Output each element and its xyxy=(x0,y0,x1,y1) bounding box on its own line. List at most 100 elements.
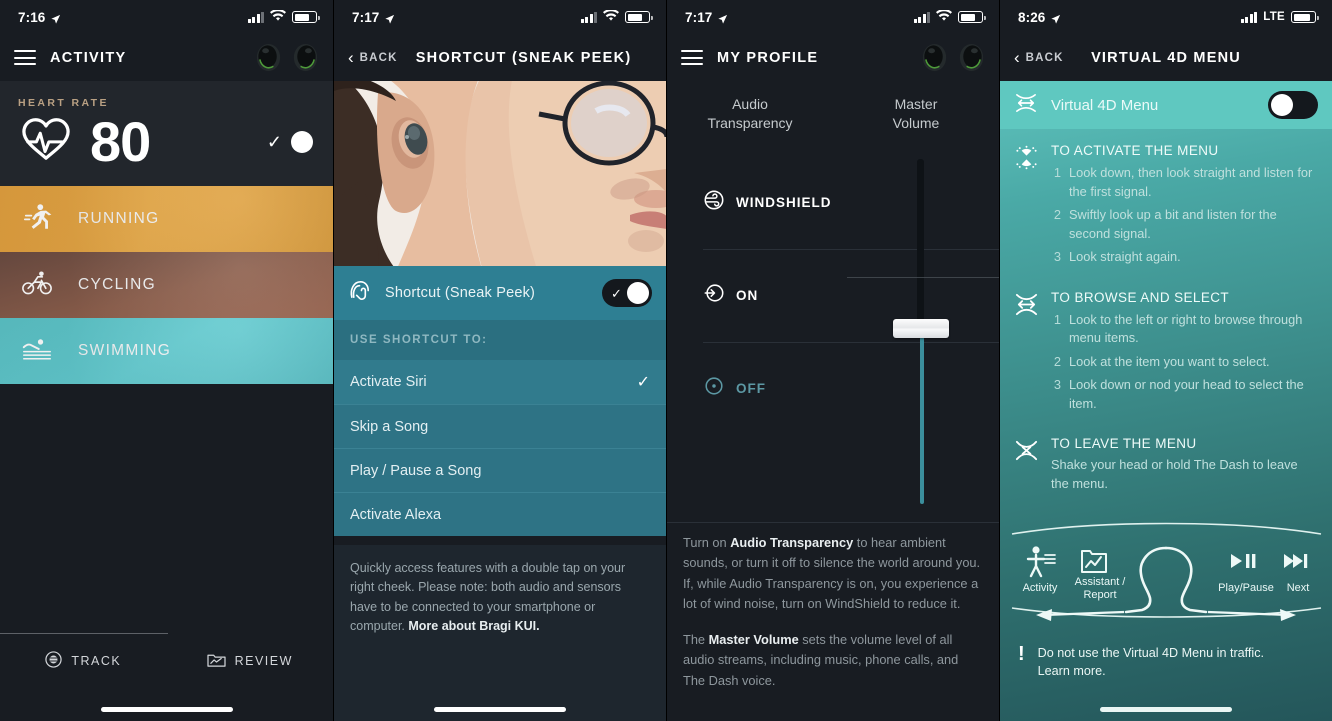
master-volume-slider[interactable] xyxy=(847,159,999,519)
status-time: 7:17 xyxy=(352,9,380,25)
option-label: WINDSHIELD xyxy=(736,195,832,211)
activity-item-running[interactable]: RUNNING xyxy=(0,186,333,253)
group-steps: 1 Look to the left or right to browse thr… xyxy=(1051,311,1318,414)
toggle-knob xyxy=(627,282,649,304)
slider-track-remaining xyxy=(917,159,925,329)
nav-bar-activity: ACTIVITY xyxy=(0,34,333,81)
option-label: Play / Pause a Song xyxy=(350,462,482,479)
menu-icon[interactable] xyxy=(681,50,703,65)
battery-icon xyxy=(625,11,653,23)
note-audio-transparency: Turn on Audio Transparency to hear ambie… xyxy=(683,533,983,615)
activity-item-swimming[interactable]: SWIMMING xyxy=(0,318,333,385)
option-play-pause-a-song[interactable]: Play / Pause a Song xyxy=(334,448,666,492)
leave-menu-icon xyxy=(1014,436,1040,493)
heart-rate-label: HEART RATE xyxy=(18,97,109,109)
option-label: Activate Siri xyxy=(350,374,427,390)
activity-label: SWIMMING xyxy=(78,342,172,360)
heart-rate-toggle[interactable]: ✓ xyxy=(267,131,313,153)
location-arrow-icon xyxy=(50,13,61,24)
group-activate-menu: TO ACTIVATE THE MENU 1 Look down, then lo… xyxy=(1014,143,1318,272)
exclamation-icon: ! xyxy=(1018,642,1025,665)
signal-icon xyxy=(247,11,264,23)
wifi-icon xyxy=(603,8,619,25)
column-header-line2: Transparency xyxy=(707,114,793,131)
toggle-knob xyxy=(1271,94,1293,116)
location-arrow-icon xyxy=(384,13,395,24)
option-activate-alexa[interactable]: Activate Alexa xyxy=(334,492,666,536)
instruction-groups: TO ACTIVATE THE MENU 1 Look down, then lo… xyxy=(1000,129,1332,494)
step: 3 Look straight again. xyxy=(1051,248,1318,267)
back-button[interactable]: ‹ BACK xyxy=(1014,49,1064,66)
shortcut-toggle-switch[interactable]: ✓ xyxy=(602,279,652,307)
column-header-line2: Volume xyxy=(892,114,940,131)
section-header: USE SHORTCUT TO: xyxy=(334,320,666,360)
page-title: SHORTCUT (SNEAK PEEK) xyxy=(415,49,632,66)
earbuds-status[interactable] xyxy=(253,42,321,73)
tab-label: TRACK xyxy=(71,654,122,668)
back-label: BACK xyxy=(359,51,398,64)
virtual-4d-toggle-switch[interactable] xyxy=(1268,91,1318,119)
menu-icon[interactable] xyxy=(14,50,36,65)
group-title: TO ACTIVATE THE MENU xyxy=(1051,143,1219,158)
group-body: TO ACTIVATE THE MENU 1 Look down, then lo… xyxy=(1051,143,1318,272)
gesture-diagram: Activity Assistant / Report Play/Pause N… xyxy=(1006,512,1326,630)
step-number: 2 xyxy=(1053,353,1061,369)
label-text: Activity xyxy=(1022,581,1058,594)
profile-column-headers: Audio Transparency Master Volume xyxy=(667,81,999,133)
step-text: Look to the left or right to browse thro… xyxy=(1069,311,1303,346)
check-icon: ✓ xyxy=(636,374,650,391)
status-bar: 8:26 LTE xyxy=(1000,0,1332,34)
profile-notes: Turn on Audio Transparency to hear ambie… xyxy=(667,533,999,691)
status-bar: 7:17 xyxy=(334,0,666,34)
home-indicator xyxy=(1100,707,1232,712)
tab-review[interactable]: REVIEW xyxy=(167,633,334,679)
group-steps: 1 Look down, then look straight and liste… xyxy=(1051,164,1318,267)
status-bar: 7:16 xyxy=(0,0,333,34)
back-button[interactable]: ‹ BACK xyxy=(348,49,398,66)
tab-track[interactable]: TRACK xyxy=(0,633,167,679)
swimming-icon xyxy=(22,336,52,367)
status-right xyxy=(913,8,986,25)
chevron-left-icon: ‹ xyxy=(1014,48,1020,67)
option-activate-siri[interactable]: Activate Siri ✓ xyxy=(334,360,666,404)
status-right: LTE xyxy=(1240,11,1319,23)
nav-bar-shortcut: ‹ BACK SHORTCUT (SNEAK PEEK) xyxy=(334,34,666,81)
note-bold: Audio Transparency xyxy=(730,535,854,550)
activity-label: CYCLING xyxy=(78,276,157,294)
step-text: Look down, then look straight and listen… xyxy=(1069,165,1313,199)
check-icon: ✓ xyxy=(266,132,282,152)
four-d-menu-icon xyxy=(1014,93,1038,118)
step: 3 Look down or nod your head to select th… xyxy=(1051,376,1318,413)
step-number: 2 xyxy=(1053,207,1061,223)
step-number: 3 xyxy=(1053,377,1061,393)
status-left: 7:16 xyxy=(18,10,61,25)
tab-label: REVIEW xyxy=(234,654,293,668)
group-body: TO LEAVE THE MENU Shake your head or hol… xyxy=(1051,436,1318,493)
windshield-icon xyxy=(703,189,725,216)
option-skip-a-song[interactable]: Skip a Song xyxy=(334,404,666,448)
signal-icon xyxy=(913,11,930,23)
activity-item-cycling[interactable]: CYCLING xyxy=(0,252,333,319)
earbuds-status[interactable] xyxy=(919,42,987,73)
warning-main: Do not use the Virtual 4D Menu in traffi… xyxy=(1037,645,1265,660)
group-browse-and-select: TO BROWSE AND SELECT 1 Look to the left o… xyxy=(1014,290,1318,419)
shortcut-note-link[interactable]: More about Bragi KUI. xyxy=(408,619,539,633)
bottom-tab-bar: TRACK REVIEW xyxy=(0,633,333,721)
location-arrow-icon xyxy=(1050,13,1061,24)
column-header-line1: Audio xyxy=(732,96,768,112)
status-left: 8:26 xyxy=(1018,10,1061,25)
track-icon xyxy=(45,651,62,671)
heart-rate-value: 80 xyxy=(90,110,151,173)
off-icon xyxy=(703,375,725,402)
group-body: TO BROWSE AND SELECT 1 Look to the left o… xyxy=(1051,290,1318,419)
carrier-label: LTE xyxy=(1263,11,1285,23)
column-header-audio-transparency: Audio Transparency xyxy=(667,95,833,133)
back-label: BACK xyxy=(1025,51,1064,64)
option-label: Skip a Song xyxy=(350,418,429,435)
slider-thumb[interactable] xyxy=(892,319,949,338)
learn-more-link[interactable]: Learn more. xyxy=(1038,664,1106,678)
panel-activity: 7:16 ACTIVITY HEART RATE 80 ✓ RUNNING CY… xyxy=(0,0,333,721)
label-text: Next xyxy=(1286,581,1310,594)
heart-rate-card: HEART RATE 80 ✓ xyxy=(0,81,333,187)
traffic-warning: ! Do not use the Virtual 4D Menu in traf… xyxy=(1000,630,1332,681)
